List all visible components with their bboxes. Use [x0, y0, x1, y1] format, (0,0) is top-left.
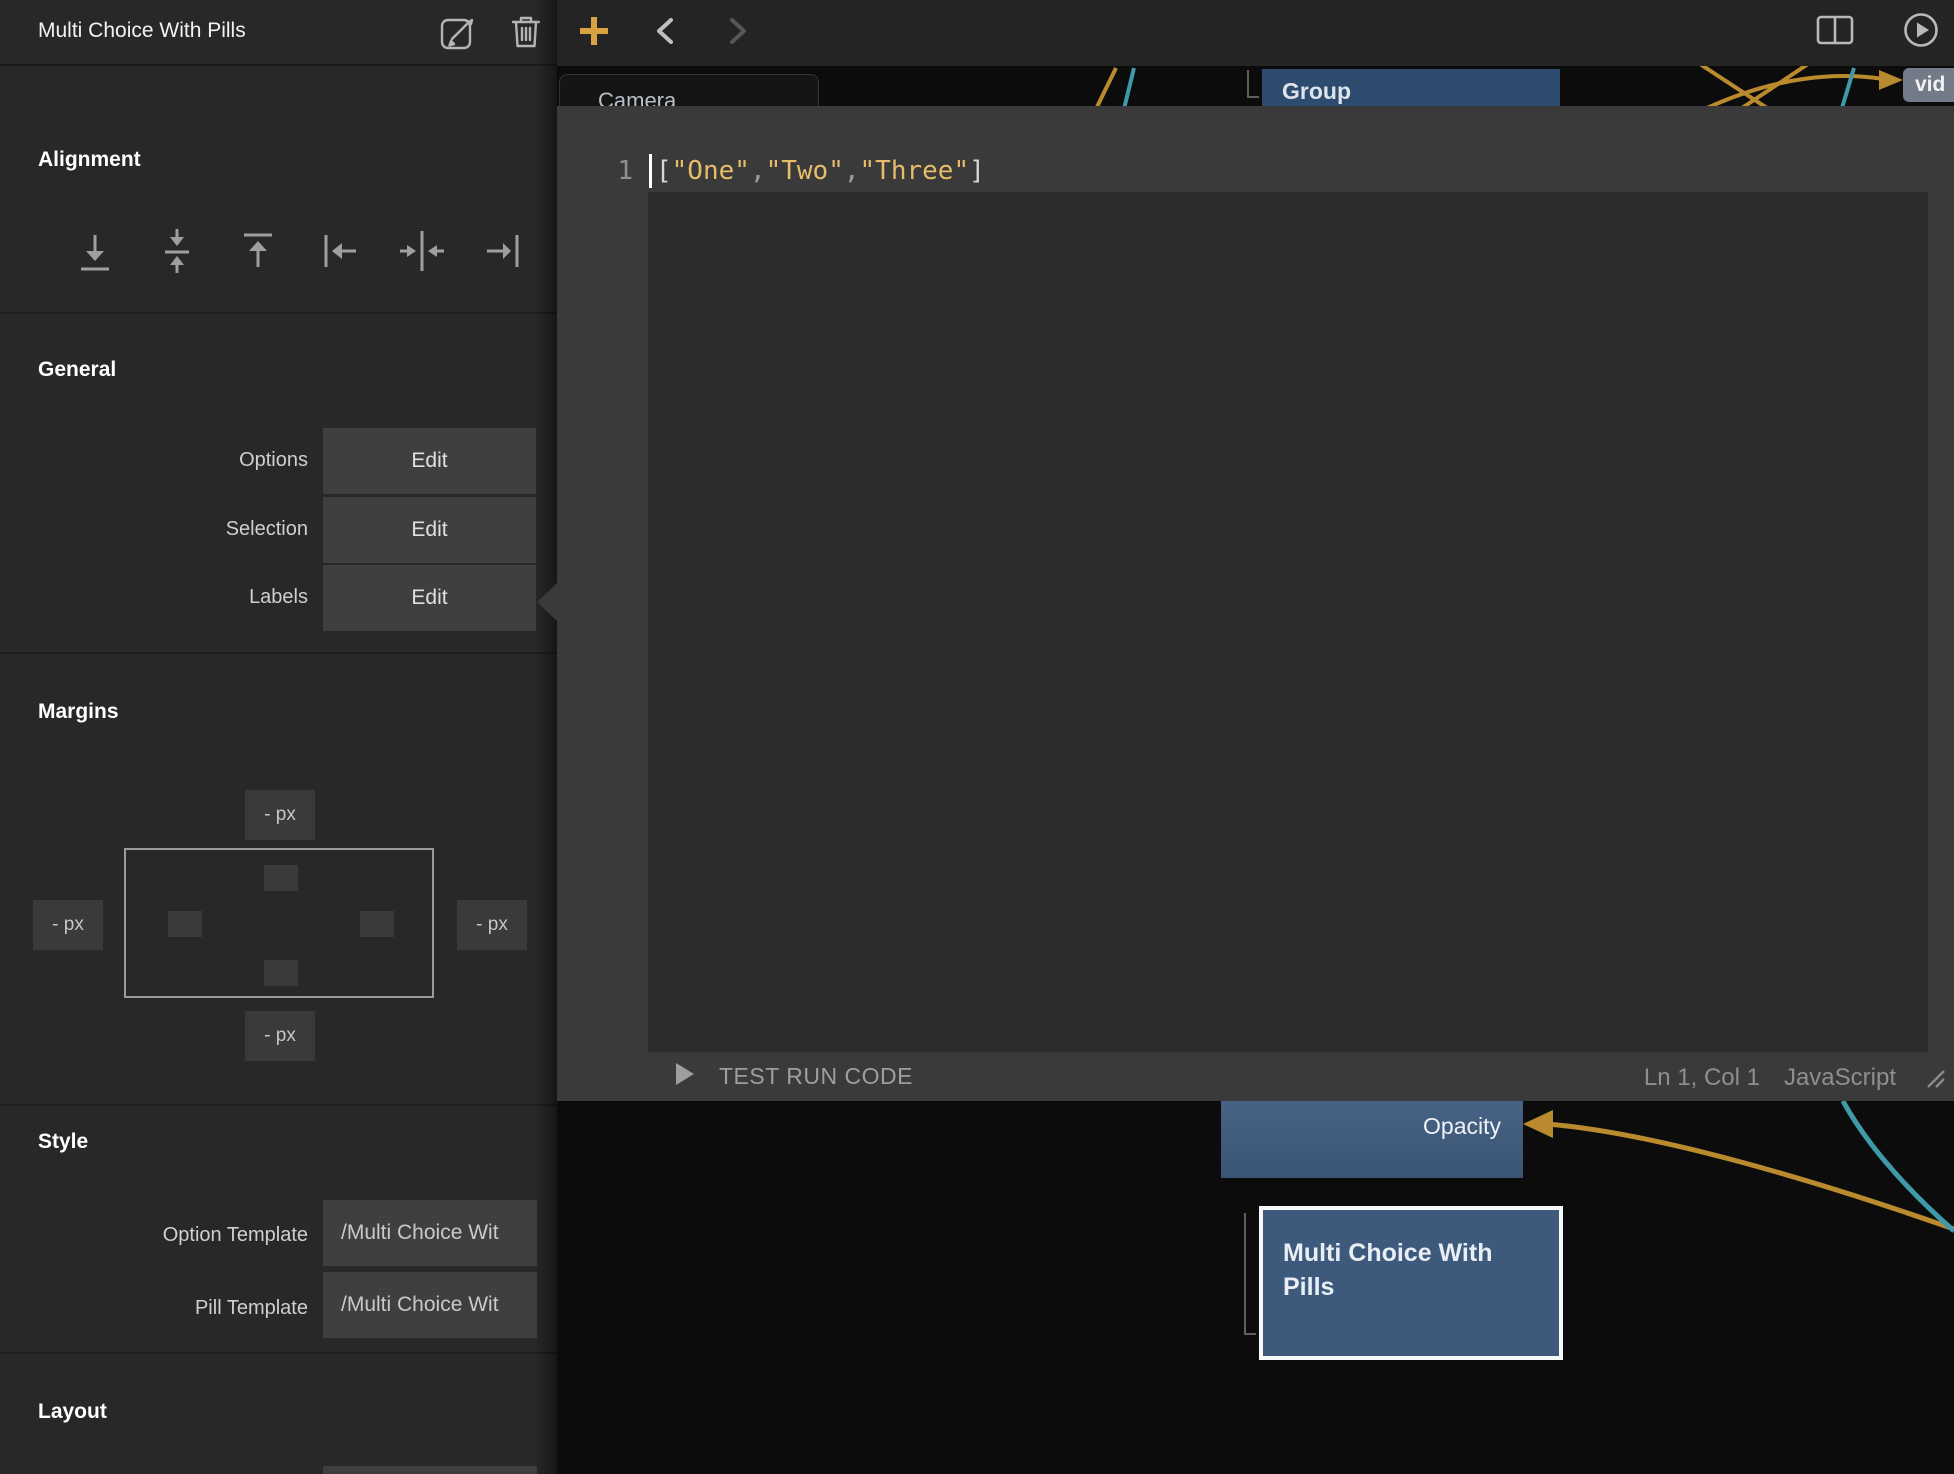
wire-arrowhead	[1523, 1110, 1553, 1138]
popover-notch	[537, 583, 557, 621]
text-cursor	[649, 154, 652, 188]
margin-left-handle[interactable]	[168, 911, 202, 937]
split-view-button[interactable]	[1813, 10, 1857, 54]
margins-preview-box	[124, 848, 434, 998]
align-bottom-icon	[71, 227, 119, 280]
node-group-label: Group	[1282, 78, 1351, 105]
margin-right-handle[interactable]	[360, 911, 394, 937]
top-toolbar	[557, 0, 1954, 66]
code-line[interactable]: ["One","Two","Three"]	[656, 150, 985, 192]
edit-patch-button[interactable]	[436, 13, 484, 55]
node-multi-choice-with-pills[interactable]: Multi Choice With Pills	[1259, 1206, 1563, 1360]
layout-field-partial[interactable]	[323, 1466, 537, 1474]
inspector-header: Multi Choice With Pills	[0, 0, 557, 66]
split-view-icon	[1816, 15, 1854, 50]
wire-orange	[1547, 1124, 1954, 1229]
node-multi-choice-label: Multi Choice With Pills	[1283, 1236, 1539, 1304]
align-top-button[interactable]	[230, 225, 286, 281]
active-line-highlight: ["One","Two","Three"]	[648, 150, 1928, 192]
section-heading-layout: Layout	[38, 1400, 107, 1424]
wire-orange	[1094, 68, 1116, 106]
margin-bottom-handle[interactable]	[264, 960, 298, 986]
labels-label: Labels	[249, 586, 308, 609]
pill-template-label: Pill Template	[195, 1297, 308, 1320]
plus-icon	[574, 11, 614, 56]
node-video[interactable]: vid	[1903, 68, 1954, 102]
add-patch-button[interactable]	[572, 11, 616, 55]
options-edit-button[interactable]: Edit	[323, 428, 536, 494]
section-divider	[0, 312, 557, 314]
line-number: 1	[597, 150, 633, 192]
language-selector[interactable]: JavaScript	[1784, 1064, 1896, 1092]
chevron-left-icon	[653, 16, 679, 51]
selection-label: Selection	[226, 518, 308, 541]
section-divider	[0, 652, 557, 654]
run-prototype-button[interactable]	[1899, 10, 1943, 54]
labels-edit-button[interactable]: Edit	[323, 565, 536, 631]
chevron-right-icon	[724, 16, 750, 51]
cursor-position: Ln 1, Col 1	[1644, 1064, 1760, 1092]
edit-icon	[439, 12, 481, 57]
wire-teal	[1842, 68, 1854, 106]
node-opacity[interactable]: Opacity	[1221, 1101, 1523, 1178]
align-vertical-center-button[interactable]	[149, 225, 205, 281]
inspector-title: Multi Choice With Pills	[38, 19, 246, 43]
code-editor-area[interactable]: ["One","Two","Three"]	[648, 150, 1928, 1052]
option-template-value[interactable]: /Multi Choice Wit	[323, 1200, 537, 1266]
test-run-code-button[interactable]: TEST RUN CODE	[676, 1052, 913, 1101]
margin-top-field[interactable]: - px	[245, 790, 315, 840]
align-left-button[interactable]	[312, 225, 368, 281]
node-opacity-label: Opacity	[1423, 1113, 1501, 1140]
margin-bottom-field[interactable]: - px	[245, 1011, 315, 1061]
section-heading-style: Style	[38, 1130, 88, 1154]
resize-grip[interactable]	[1924, 1070, 1946, 1093]
align-top-icon	[234, 227, 282, 280]
align-right-icon	[479, 227, 527, 280]
multi-choice-bracket	[1244, 1213, 1246, 1335]
forward-button[interactable]	[715, 11, 759, 55]
back-button[interactable]	[644, 11, 688, 55]
margin-left-field[interactable]: - px	[33, 900, 103, 950]
align-bottom-button[interactable]	[67, 225, 123, 281]
align-right-button[interactable]	[475, 225, 531, 281]
group-bracket-foot	[1247, 96, 1259, 98]
node-video-label: vid	[1915, 73, 1945, 97]
align-horizontal-center-icon	[398, 227, 446, 280]
play-icon	[676, 1063, 694, 1090]
margin-top-handle[interactable]	[264, 865, 298, 891]
section-heading-margins: Margins	[38, 700, 119, 724]
sidebar-edge-shadow	[535, 0, 557, 1474]
code-editor-popover: 1 ["One","Two","Three"] TEST RUN CODE Ln…	[557, 106, 1954, 1101]
wire-orange	[1707, 76, 1883, 106]
play-circle-icon	[1903, 12, 1939, 53]
delete-patch-button[interactable]	[502, 13, 550, 55]
trash-icon	[508, 12, 544, 57]
pill-template-value[interactable]: /Multi Choice Wit	[323, 1272, 537, 1338]
options-label: Options	[239, 449, 308, 472]
margin-right-field[interactable]: - px	[457, 900, 527, 950]
option-template-label: Option Template	[163, 1224, 308, 1247]
inspector-sidebar: Multi Choice With Pills	[0, 0, 557, 1474]
selection-edit-button[interactable]: Edit	[323, 497, 536, 563]
section-heading-general: General	[38, 358, 116, 382]
multi-choice-bracket-foot	[1244, 1333, 1256, 1335]
section-divider	[0, 1352, 557, 1354]
section-heading-alignment: Alignment	[38, 148, 141, 172]
editor-footer: TEST RUN CODE Ln 1, Col 1 JavaScript	[557, 1052, 1954, 1101]
test-run-code-label: TEST RUN CODE	[719, 1063, 913, 1090]
align-left-icon	[316, 227, 364, 280]
wire-arrowhead	[1879, 70, 1903, 90]
wire-teal	[1123, 68, 1134, 106]
group-bracket	[1247, 70, 1249, 96]
align-horizontal-center-button[interactable]	[394, 225, 450, 281]
section-divider	[0, 1104, 557, 1106]
align-vertical-center-icon	[153, 227, 201, 280]
